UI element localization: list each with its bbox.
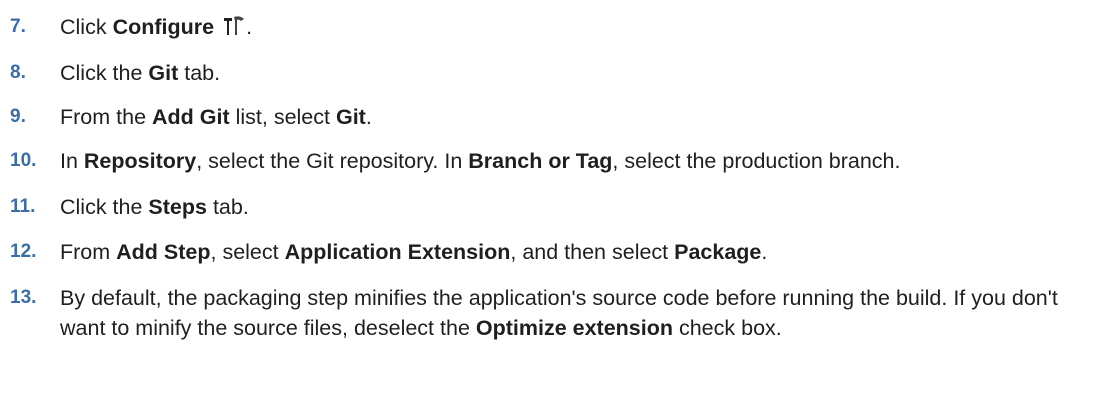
step-text-segment: tab. bbox=[206, 195, 249, 219]
step-text: In Repository, select the Git repository… bbox=[60, 146, 1108, 176]
step-text-segment: From bbox=[60, 240, 117, 264]
step-number: 13. bbox=[10, 287, 37, 308]
step-text: Click the Steps tab. bbox=[60, 192, 1108, 222]
step-number: 7. bbox=[10, 16, 26, 37]
ui-term: Git bbox=[335, 105, 366, 129]
step-text-segment: Click the bbox=[60, 61, 149, 85]
step-text-segment: , and then select bbox=[510, 240, 675, 264]
hammer-wrench-icon bbox=[222, 15, 246, 45]
step-text-segment: Click the bbox=[60, 195, 149, 219]
step-text: From the Add Git list, select Git. bbox=[60, 102, 1108, 132]
ui-term: Add Step bbox=[116, 240, 211, 264]
step-text: By default, the packaging step minifies … bbox=[60, 283, 1108, 343]
step-number: 12. bbox=[10, 241, 37, 262]
step-text-segment: , select the Git repository. In bbox=[196, 149, 469, 173]
step-text-segment: , select bbox=[210, 240, 285, 264]
ui-term: Steps bbox=[148, 195, 207, 219]
ui-term: Add Git bbox=[152, 105, 230, 129]
step-text: From Add Step, select Application Extens… bbox=[60, 237, 1108, 267]
step-text: Click the Git tab. bbox=[60, 58, 1108, 88]
ui-term: Branch or Tag bbox=[468, 149, 613, 173]
step-text-segment: . bbox=[365, 105, 372, 129]
step-text-segment: list, select bbox=[229, 105, 336, 129]
step-text-segment bbox=[214, 15, 220, 39]
step-text-segment: . bbox=[761, 240, 768, 264]
step-number: 11. bbox=[10, 196, 36, 217]
step-text: Click Configure . bbox=[60, 12, 1108, 45]
ui-term: Optimize extension bbox=[475, 316, 673, 340]
step-number: 9. bbox=[10, 106, 26, 127]
step-text-segment: , select the production branch. bbox=[612, 149, 901, 173]
step-text-segment: Click bbox=[60, 15, 113, 39]
step-number: 10. bbox=[10, 150, 37, 171]
step-text-segment: check box. bbox=[673, 316, 782, 340]
ui-term: Package bbox=[674, 240, 762, 264]
step-text-segment: In bbox=[60, 149, 84, 173]
ui-term: Repository bbox=[83, 149, 197, 173]
step-text-segment: tab. bbox=[178, 61, 221, 85]
ui-term: Git bbox=[148, 61, 179, 85]
step-number: 8. bbox=[10, 62, 26, 83]
step-text-segment: From the bbox=[60, 105, 152, 129]
ui-term: Configure bbox=[112, 15, 215, 39]
step-text-segment: . bbox=[246, 15, 253, 39]
ui-term: Application Extension bbox=[284, 240, 511, 264]
